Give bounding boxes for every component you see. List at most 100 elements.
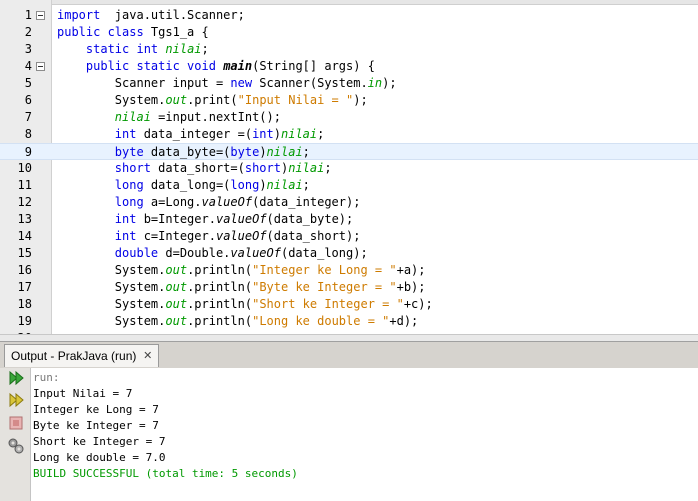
stop-icon[interactable]	[7, 414, 25, 432]
token-kw: int	[114, 212, 137, 226]
code-line[interactable]: 9 byte data_byte=(byte)nilai;	[0, 143, 698, 160]
line-number: 3	[24, 42, 32, 56]
token-fld: out	[165, 314, 188, 328]
token: java.util.Scanner;	[100, 8, 245, 22]
tab-output-prakjava[interactable]: Output - PrakJava (run) ✕	[4, 344, 160, 367]
token-fld: out	[165, 280, 188, 294]
token: Tgs1_a {	[143, 25, 209, 39]
line-number: 8	[24, 127, 32, 141]
token: System.	[57, 297, 166, 311]
output-line: Long ke double = 7.0	[33, 451, 166, 464]
output-toolbar	[0, 368, 31, 501]
code-line[interactable]: 3 static int nilai;	[0, 41, 698, 58]
token-kw: long	[230, 178, 260, 192]
line-number: 17	[17, 280, 32, 294]
token: +d);	[389, 314, 419, 328]
token-kw: short	[244, 161, 281, 175]
token: .println(	[187, 263, 253, 277]
code-text: Scanner input = new Scanner(System.in);	[57, 75, 397, 92]
token-fld: nilai	[266, 145, 303, 159]
output-line: Input Nilai = 7	[33, 387, 133, 400]
code-line[interactable]: 10 short data_short=(short)nilai;	[0, 160, 698, 177]
token: System.	[57, 280, 166, 294]
token-smth: valueOf	[201, 195, 253, 209]
token-kw: byte	[230, 145, 260, 159]
token-kw: int	[114, 229, 137, 243]
code-text: System.out.println("Byte ke Integer = "+…	[57, 279, 426, 296]
token-str: "Long ke double = "	[252, 314, 390, 328]
output-line: Byte ke Integer = 7	[33, 419, 159, 432]
token: )	[259, 145, 267, 159]
token: .println(	[187, 297, 253, 311]
code-line[interactable]: 2 public class Tgs1_a {	[0, 24, 698, 41]
token-smth: valueOf	[215, 212, 267, 226]
line-number: 7	[24, 110, 32, 124]
line-number: 14	[17, 229, 32, 243]
fold-toggle-icon[interactable]	[36, 62, 45, 71]
code-line[interactable]: 1 import java.util.Scanner;	[0, 7, 698, 24]
rerun-with-args-icon[interactable]	[7, 391, 25, 409]
rerun-icon[interactable]	[7, 369, 25, 387]
code-line[interactable]: 14 int c=Integer.valueOf(data_short);	[0, 228, 698, 245]
token: a=Long.	[143, 195, 202, 209]
code-text: short data_short=(short)nilai;	[57, 160, 332, 177]
token-fld: out	[165, 93, 188, 107]
token: data_short=(	[150, 161, 245, 175]
code-line[interactable]: 16 System.out.println("Integer ke Long =…	[0, 262, 698, 279]
code-text: System.out.print("Input Nilai = ");	[57, 92, 368, 109]
token-mth: main	[223, 59, 253, 73]
code-line[interactable]: 12 long a=Long.valueOf(data_integer);	[0, 194, 698, 211]
code-line[interactable]: 11 long data_long=(long)nilai;	[0, 177, 698, 194]
code-text: public class Tgs1_a {	[57, 24, 209, 41]
settings-icon[interactable]	[7, 437, 25, 455]
fold-toggle-icon[interactable]	[36, 11, 45, 20]
token: Scanner(System.	[252, 76, 368, 90]
token-kw: public static void	[85, 59, 216, 73]
token: System.	[57, 263, 166, 277]
token: +b);	[396, 280, 426, 294]
horizontal-scrollbar[interactable]	[0, 334, 698, 341]
code-line[interactable]: 15 double d=Double.valueOf(data_long);	[0, 245, 698, 262]
token-str: "Byte ke Integer = "	[252, 280, 397, 294]
line-number: 6	[24, 93, 32, 107]
code-text: double d=Double.valueOf(data_long);	[57, 245, 368, 262]
token-fld: nilai	[165, 42, 202, 56]
token: .println(	[187, 314, 253, 328]
line-number: 5	[24, 76, 32, 90]
code-text: int data_integer =(int)nilai;	[57, 126, 325, 143]
line-number: 18	[17, 297, 32, 311]
code-line[interactable]: 5 Scanner input = new Scanner(System.in)…	[0, 75, 698, 92]
code-text: nilai =input.nextInt();	[57, 109, 281, 126]
close-icon[interactable]: ✕	[143, 345, 152, 367]
line-number: 4	[24, 59, 32, 73]
token-str: "Integer ke Long = "	[252, 263, 397, 277]
token: )	[273, 127, 281, 141]
output-console[interactable]: run: Input Nilai = 7 Integer ke Long = 7 By…	[31, 368, 698, 501]
token-fld: nilai	[114, 110, 151, 124]
token: System.	[57, 93, 166, 107]
code-line[interactable]: 18 System.out.println("Short ke Integer …	[0, 296, 698, 313]
code-line[interactable]: 7 nilai =input.nextInt();	[0, 109, 698, 126]
code-line[interactable]: 19 System.out.println("Long ke double = …	[0, 313, 698, 330]
output-line: Short ke Integer = 7	[33, 435, 166, 448]
code-line[interactable]: 8 int data_integer =(int)nilai;	[0, 126, 698, 143]
code-line[interactable]: 6 System.out.print("Input Nilai = ");	[0, 92, 698, 109]
code-line[interactable]: 4 public static void main(String[] args)…	[0, 58, 698, 75]
token-fld: nilai	[288, 161, 325, 175]
line-number: 10	[17, 161, 32, 175]
code-line[interactable]: 17 System.out.println("Byte ke Integer =…	[0, 279, 698, 296]
code-line[interactable]: 13 int b=Integer.valueOf(data_byte);	[0, 211, 698, 228]
line-number: 15	[17, 246, 32, 260]
code-text: System.out.println("Long ke double = "+d…	[57, 313, 418, 330]
code-editor[interactable]: 1 import java.util.Scanner; 2 public class …	[0, 0, 698, 341]
